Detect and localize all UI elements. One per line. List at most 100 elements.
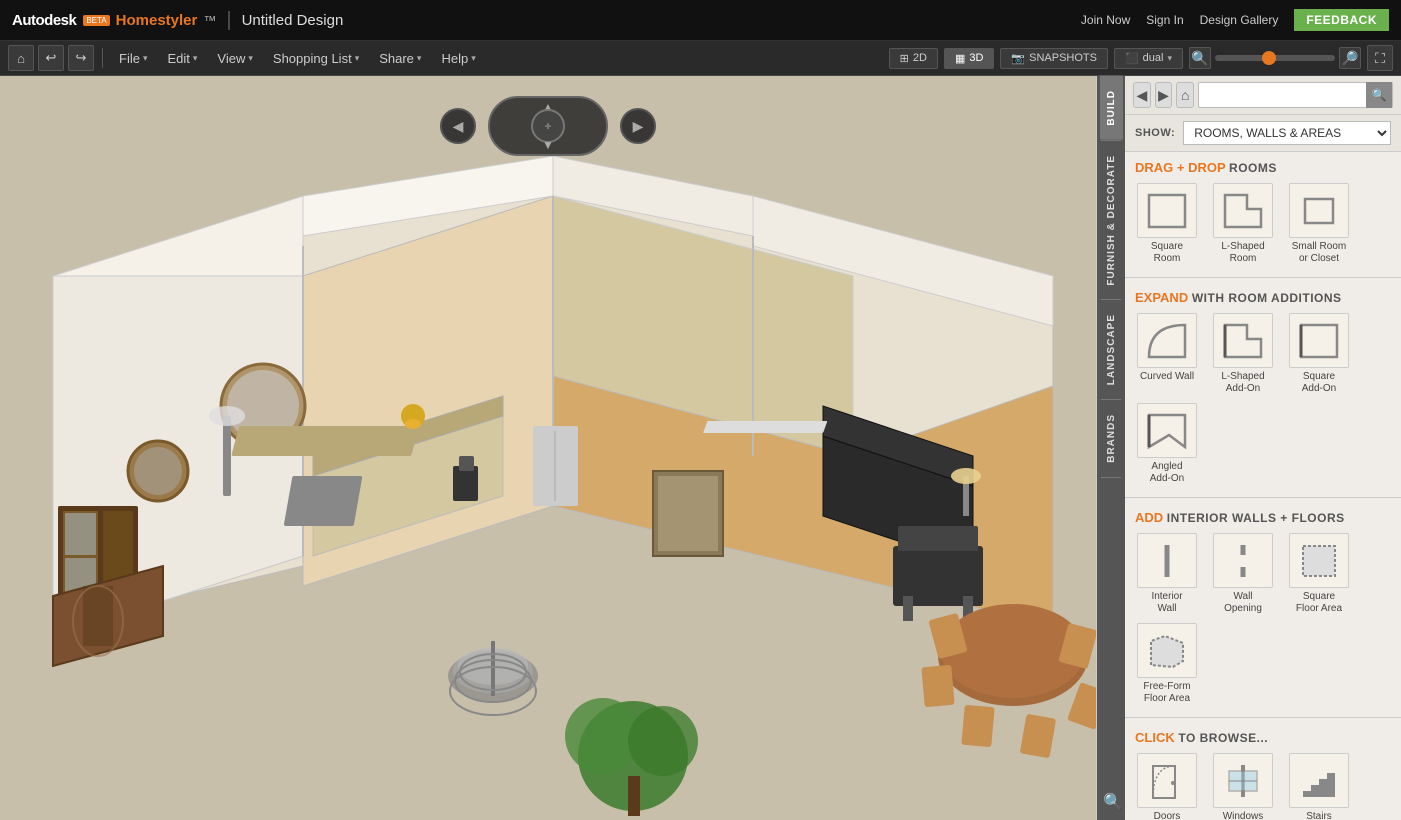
additions-grid: Curved Wall L-ShapedAdd-On — [1125, 309, 1401, 493]
design-gallery-link[interactable]: Design Gallery — [1200, 13, 1279, 27]
shopping-list-menu[interactable]: Shopping List▾ — [265, 47, 367, 70]
browse-heading: CLICK TO BROWSE... — [1125, 722, 1401, 749]
freeform-floor-label: Free-FormFloor Area — [1143, 681, 1190, 705]
square-addon-item[interactable]: SquareAdd-On — [1285, 313, 1353, 395]
windows-item[interactable]: Windows — [1209, 753, 1277, 820]
freeform-floor-icon-box — [1137, 623, 1197, 678]
2d-icon: ⊞ — [900, 52, 909, 65]
interior-wall-item[interactable]: InteriorWall — [1133, 533, 1201, 615]
app-name: Homestyler — [116, 12, 198, 29]
home-button[interactable]: ⌂ — [8, 45, 34, 71]
navigation-ring[interactable]: ▲ ✛ ▼ — [488, 96, 608, 156]
square-floor-icon-box — [1289, 533, 1349, 588]
panel-back-button[interactable]: ◀ — [1133, 82, 1151, 108]
panel-navigation: ◀ ▶ ⌂ 🔍 — [1125, 76, 1401, 115]
doors-item[interactable]: Doors — [1133, 753, 1201, 820]
divider-3 — [1125, 717, 1401, 718]
curved-wall-icon — [1145, 321, 1189, 361]
interior-wall-label: InteriorWall — [1151, 591, 1182, 615]
wall-opening-icon — [1221, 541, 1265, 581]
room-visualization — [0, 76, 1096, 820]
panel-home-button[interactable]: ⌂ — [1176, 82, 1194, 108]
dual-icon: ⬛ — [1125, 52, 1139, 65]
furnish-tab[interactable]: FURNISH & DECORATE — [1100, 141, 1123, 300]
panel-search-bar[interactable]: 🔍 — [1198, 82, 1393, 108]
square-addon-icon-box — [1289, 313, 1349, 368]
help-menu[interactable]: Help▾ — [433, 47, 483, 70]
brands-tab[interactable]: BRANDS — [1100, 400, 1123, 477]
divider-1 — [1125, 277, 1401, 278]
beta-badge: BETA — [83, 15, 109, 26]
freeform-floor-icon — [1145, 631, 1189, 671]
l-shaped-addon-item[interactable]: L-ShapedAdd-On — [1209, 313, 1277, 395]
expand-heading: EXPAND WITH ROOM ADDITIONS — [1125, 282, 1401, 309]
edit-menu[interactable]: Edit▾ — [159, 47, 205, 70]
toolbar-separator-1 — [102, 48, 103, 68]
panel-search-input[interactable] — [1199, 86, 1366, 104]
freeform-floor-item[interactable]: Free-FormFloor Area — [1133, 623, 1201, 705]
rooms-grid: SquareRoom L-ShapedRoom — [1125, 179, 1401, 273]
right-panel: BUILD FURNISH & DECORATE LANDSCAPE BRAND… — [1096, 76, 1401, 820]
zoom-slider-thumb[interactable] — [1262, 51, 1276, 65]
rotate-right-button[interactable]: ▶ — [620, 108, 656, 144]
rotate-left-button[interactable]: ◀ — [440, 108, 476, 144]
stairs-item[interactable]: Stairs — [1285, 753, 1353, 820]
logo: AutodeskBETA Homestyler™ — [12, 12, 216, 29]
redo-button[interactable]: ↪ — [68, 45, 94, 71]
show-dropdown[interactable]: ROOMS, WALLS & AREAS FLOORS CEILINGS — [1183, 121, 1391, 145]
feedback-button[interactable]: FEEDBACK — [1294, 9, 1389, 31]
join-now-link[interactable]: Join Now — [1081, 13, 1130, 27]
square-room-label: SquareRoom — [1151, 241, 1183, 265]
small-room-label: Small Roomor Closet — [1292, 241, 1346, 265]
windows-label: Windows — [1223, 811, 1264, 820]
square-addon-label: SquareAdd-On — [1302, 371, 1336, 395]
vtab-separator-4 — [1101, 477, 1121, 478]
nav-down-arrow[interactable]: ▼ — [542, 138, 554, 152]
l-shaped-room-label: L-ShapedRoom — [1221, 241, 1264, 265]
file-menu[interactable]: File▾ — [111, 47, 155, 70]
stairs-label: Stairs — [1306, 811, 1332, 820]
panel-forward-button[interactable]: ▶ — [1155, 82, 1173, 108]
brand-name: Autodesk — [12, 12, 76, 29]
square-floor-label: SquareFloor Area — [1296, 591, 1342, 615]
stairs-icon — [1297, 761, 1341, 801]
square-floor-item[interactable]: SquareFloor Area — [1285, 533, 1353, 615]
fullscreen-button[interactable]: ⛶ — [1367, 45, 1393, 71]
angled-addon-icon — [1145, 411, 1189, 451]
landscape-tab[interactable]: LANDSCAPE — [1100, 300, 1123, 399]
view-menu[interactable]: View▾ — [209, 47, 260, 70]
wall-opening-icon-box — [1213, 533, 1273, 588]
snapshots-button[interactable]: 📷 SNAPSHOTS — [1000, 48, 1108, 69]
angled-addon-item[interactable]: AngledAdd-On — [1133, 403, 1201, 485]
curved-wall-item[interactable]: Curved Wall — [1133, 313, 1201, 395]
3d-view-button[interactable]: ▦ 3D — [944, 48, 994, 69]
wall-opening-item[interactable]: WallOpening — [1209, 533, 1277, 615]
build-tab[interactable]: BUILD — [1100, 76, 1123, 140]
panel-search-icon[interactable]: 🔍 — [1103, 792, 1123, 812]
main-area: ◀ ▲ ✛ ▼ ▶ BUILD FURNISH & DECORATE LANDS… — [0, 76, 1401, 820]
angled-addon-label: AngledAdd-On — [1150, 461, 1184, 485]
2d-view-button[interactable]: ⊞ 2D — [889, 48, 938, 69]
windows-icon — [1221, 761, 1265, 801]
square-room-item[interactable]: SquareRoom — [1133, 183, 1201, 265]
l-shaped-room-item[interactable]: L-ShapedRoom — [1209, 183, 1277, 265]
l-shaped-room-icon-box — [1213, 183, 1273, 238]
panel-search-submit[interactable]: 🔍 — [1366, 82, 1392, 108]
square-room-icon — [1145, 191, 1189, 231]
zoom-out-button[interactable]: 🔍 — [1189, 47, 1211, 69]
square-room-icon-box — [1137, 183, 1197, 238]
l-shaped-room-icon — [1221, 191, 1265, 231]
sign-in-link[interactable]: Sign In — [1146, 13, 1183, 27]
canvas-area[interactable]: ◀ ▲ ✛ ▼ ▶ — [0, 76, 1096, 820]
share-menu[interactable]: Share▾ — [371, 47, 429, 70]
zoom-in-button[interactable]: 🔎 — [1339, 47, 1361, 69]
curved-wall-label: Curved Wall — [1140, 371, 1194, 383]
undo-button[interactable]: ↩ — [38, 45, 64, 71]
doors-label: Doors — [1154, 811, 1181, 820]
small-room-item[interactable]: Small Roomor Closet — [1285, 183, 1353, 265]
dual-view-button[interactable]: ⬛ dual ▾ — [1114, 48, 1183, 69]
3d-icon: ▦ — [955, 52, 965, 65]
stairs-icon-box — [1289, 753, 1349, 808]
l-shaped-addon-icon-box — [1213, 313, 1273, 368]
zoom-slider-track — [1215, 55, 1335, 61]
